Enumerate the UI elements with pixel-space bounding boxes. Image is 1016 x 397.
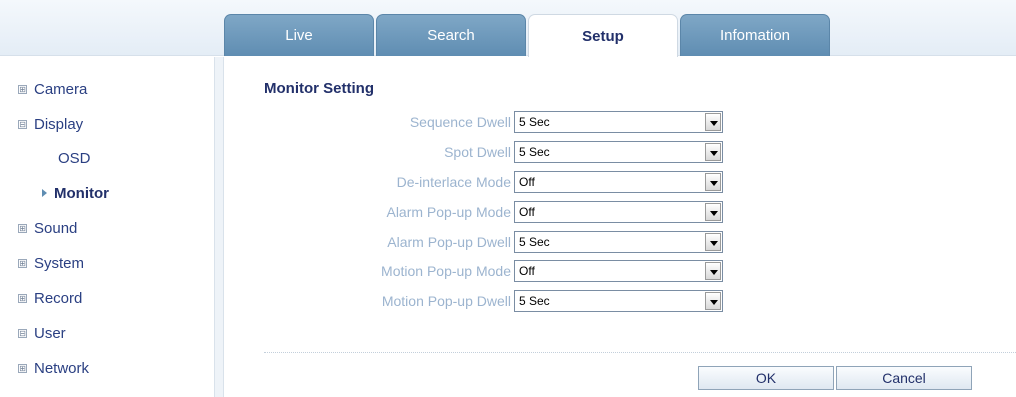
sidebar-divider: [214, 57, 224, 397]
field-label: Sequence Dwell: [409, 114, 511, 130]
field-label: Alarm Pop-up Mode: [386, 204, 511, 220]
select-value: 5 Sec: [519, 145, 550, 159]
collapse-icon[interactable]: ⊟: [18, 119, 27, 129]
motion-popup-dwell-select[interactable]: 5 Sec: [514, 290, 723, 312]
dropdown-arrow-icon[interactable]: [705, 173, 721, 191]
top-header: Live Search Setup Infomation: [0, 0, 1016, 57]
expand-icon[interactable]: ⊞: [18, 223, 27, 233]
dropdown-arrow-icon[interactable]: [705, 262, 721, 280]
sidebar-item-label: Record: [34, 289, 83, 307]
tab-live[interactable]: Live: [224, 14, 374, 56]
deinterlace-mode-select[interactable]: Off: [514, 171, 723, 193]
sidebar-item-user[interactable]: ⊟ User: [18, 322, 66, 344]
sidebar-item-camera[interactable]: ⊞ Camera: [18, 78, 87, 100]
sidebar-item-sound[interactable]: ⊞ Sound: [18, 217, 77, 239]
select-value: Off: [519, 175, 535, 189]
sidebar-item-label: User: [34, 324, 66, 342]
select-value: Off: [519, 264, 535, 278]
sidebar-subitem-osd[interactable]: OSD: [58, 147, 91, 169]
spot-dwell-select[interactable]: 5 Sec: [514, 141, 723, 163]
sidebar-item-label: Monitor: [54, 184, 109, 202]
field-label: Alarm Pop-up Dwell: [387, 234, 511, 250]
alarm-popup-mode-select[interactable]: Off: [514, 201, 723, 223]
sidebar-item-label: Display: [34, 115, 84, 133]
field-alarm-popup-dwell: Alarm Pop-up Dwell 5 Sec: [264, 230, 734, 254]
sidebar-item-record[interactable]: ⊞ Record: [18, 287, 82, 309]
sidebar-item-label: Sound: [34, 219, 78, 237]
sidebar-item-label: System: [34, 254, 85, 272]
collapse-icon[interactable]: ⊟: [18, 328, 27, 338]
sidebar-item-display[interactable]: ⊟ Display: [18, 113, 83, 135]
dropdown-arrow-icon[interactable]: [705, 292, 721, 310]
tab-search[interactable]: Search: [376, 14, 526, 56]
field-label: Motion Pop-up Dwell: [381, 293, 511, 309]
dropdown-arrow-icon[interactable]: [705, 143, 721, 161]
field-sequence-dwell: Sequence Dwell 5 Sec: [264, 110, 734, 134]
dropdown-arrow-icon[interactable]: [705, 203, 721, 221]
field-motion-popup-mode: Motion Pop-up Mode Off: [264, 259, 734, 283]
dropdown-arrow-icon[interactable]: [705, 233, 721, 251]
form-separator: [264, 352, 1016, 353]
dropdown-arrow-icon[interactable]: [705, 113, 721, 131]
expand-icon[interactable]: ⊞: [18, 363, 27, 373]
field-label: Motion Pop-up Mode: [381, 263, 511, 279]
sidebar-item-label: OSD: [58, 149, 91, 167]
expand-icon[interactable]: ⊞: [18, 293, 27, 303]
sidebar-item-system[interactable]: ⊞ System: [18, 252, 84, 274]
expand-icon[interactable]: ⊞: [18, 84, 27, 94]
arrow-right-icon: [42, 189, 47, 197]
alarm-popup-dwell-select[interactable]: 5 Sec: [514, 231, 723, 253]
sidebar-subitem-monitor[interactable]: Monitor: [42, 182, 109, 204]
select-value: 5 Sec: [519, 115, 550, 129]
section-title: Monitor Setting: [264, 80, 374, 97]
sidebar-item-network[interactable]: ⊞ Network: [18, 357, 89, 379]
field-alarm-popup-mode: Alarm Pop-up Mode Off: [264, 200, 734, 224]
expand-icon[interactable]: ⊞: [18, 258, 27, 268]
ok-button[interactable]: OK: [698, 366, 834, 390]
motion-popup-mode-select[interactable]: Off: [514, 260, 723, 282]
sidebar-item-label: Network: [34, 359, 90, 377]
cancel-button[interactable]: Cancel: [836, 366, 972, 390]
field-label: De-interlace Mode: [396, 174, 511, 190]
sequence-dwell-select[interactable]: 5 Sec: [514, 111, 723, 133]
field-motion-popup-dwell: Motion Pop-up Dwell 5 Sec: [264, 289, 734, 313]
sidebar-item-label: Camera: [34, 80, 88, 98]
tab-setup[interactable]: Setup: [528, 14, 678, 57]
tab-information[interactable]: Infomation: [680, 14, 830, 56]
select-value: 5 Sec: [519, 235, 550, 249]
field-label: Spot Dwell: [444, 144, 511, 160]
field-spot-dwell: Spot Dwell 5 Sec: [264, 140, 734, 164]
field-deinterlace-mode: De-interlace Mode Off: [264, 170, 734, 194]
select-value: Off: [519, 205, 535, 219]
select-value: 5 Sec: [519, 294, 550, 308]
